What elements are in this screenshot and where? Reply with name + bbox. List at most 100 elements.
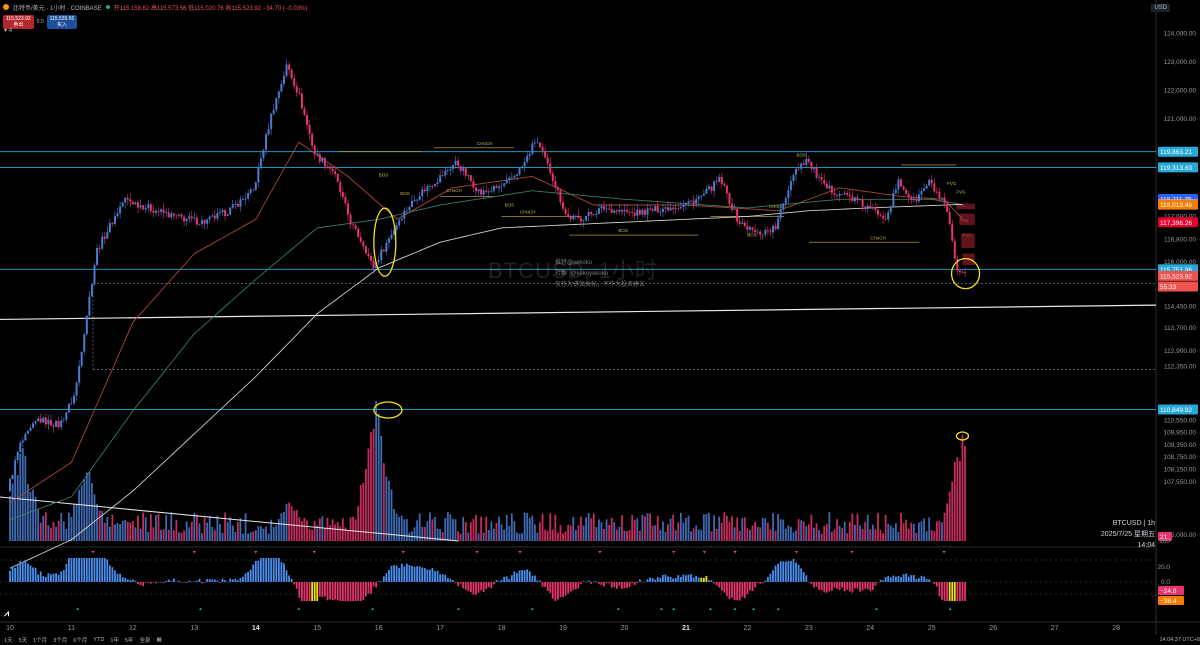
oscillator-bar [429, 569, 431, 582]
volume-bar [851, 513, 854, 541]
volume-bar [644, 516, 646, 541]
oscillator-bar [236, 580, 239, 582]
oscillator-bar [172, 578, 175, 582]
candle-body [679, 207, 682, 209]
volume-bar [766, 522, 769, 541]
trading-chart[interactable]: CHoCHBOSCHoCHBOSBOSCHoCHBOSBOSCHoCHBOSCH… [0, 0, 1200, 645]
oscillator-bar [823, 582, 826, 593]
bitcoin-logo-icon [3, 4, 9, 10]
volume-bar [951, 481, 954, 541]
buy-signal-icon [948, 607, 952, 610]
buy-button[interactable]: 115,539.65 买入 [46, 15, 78, 29]
candle-body [259, 158, 262, 167]
range-ytd[interactable]: YTD [93, 637, 104, 643]
oscillator-bar [754, 582, 756, 588]
volume-bar [395, 513, 398, 541]
oscillator-bar [413, 566, 416, 582]
candle-body [523, 162, 526, 167]
oscillator-bar [398, 568, 401, 582]
candle-body [405, 210, 408, 212]
candle-body [298, 92, 301, 94]
candle-body [78, 365, 81, 383]
candle-body [62, 419, 65, 421]
candle-body [39, 418, 42, 423]
oscillator-bar [480, 582, 483, 591]
sell-signal-icon [475, 551, 479, 554]
candle-body [300, 93, 303, 109]
candle-body [485, 190, 488, 192]
range-3m[interactable]: 3个月 [53, 636, 67, 644]
range-all[interactable]: 全部 [139, 636, 150, 644]
currency-selector[interactable]: USD [1151, 4, 1170, 12]
volume-bar [52, 521, 55, 541]
candle-body [769, 230, 772, 233]
volume-bar [329, 525, 331, 541]
candle-body [935, 191, 938, 193]
volume-bar [454, 519, 457, 541]
oscillator-bar [948, 582, 951, 601]
utc-clock[interactable]: 14:04:37 UTC+8 [1159, 637, 1200, 643]
oscillator-bar [597, 582, 600, 584]
oscillator-bar [498, 581, 500, 582]
range-1y[interactable]: 1年 [110, 636, 119, 644]
volume-bar [311, 529, 314, 541]
range-6m[interactable]: 6个月 [73, 636, 87, 644]
candle-body [943, 197, 946, 204]
range-5d[interactable]: 5天 [19, 636, 28, 644]
volume-bar [416, 520, 419, 541]
oscillator-bar [88, 558, 91, 582]
oscillator-bar [385, 573, 388, 582]
x-axis-tick: 10 [6, 625, 14, 632]
oscillator-bar [805, 575, 808, 582]
oscillator-bar [377, 581, 380, 582]
oscillator-bar [277, 558, 280, 582]
indicators-toggle[interactable]: ▾ 4 [4, 27, 12, 34]
volume-bar [677, 522, 680, 541]
candle-body [940, 197, 943, 199]
volume-bar [697, 529, 700, 541]
price-label-text: 117,396.26 [1160, 220, 1192, 227]
oscillator-bar [208, 579, 211, 582]
volume-bar [536, 532, 539, 541]
candle-body [802, 163, 805, 165]
tradingview-logo-icon[interactable]: ⩘ [4, 608, 9, 619]
candle-body [713, 181, 716, 191]
range-1d[interactable]: 1天 [4, 636, 13, 644]
range-1m[interactable]: 1个月 [33, 636, 47, 644]
symbol-title[interactable]: 比特币/美元 · 1小时 · COINBASE [13, 3, 102, 12]
trend-line [0, 304, 1157, 321]
volume-bar [37, 509, 40, 541]
candle-body [185, 218, 188, 222]
volume-bar [423, 526, 426, 541]
oscillator-bar [807, 581, 810, 583]
candle-body [262, 149, 265, 159]
fvg-zone [959, 213, 975, 226]
candle-body [326, 166, 329, 168]
oscillator-bar [329, 582, 331, 600]
spread-value: 0.0 [36, 19, 44, 25]
oscillator-bar [249, 569, 252, 582]
oscillator-bar [129, 580, 132, 582]
oscillator-bar [395, 565, 398, 582]
candle-body [239, 199, 242, 207]
volume-bar [920, 521, 923, 541]
volume-bar [487, 529, 490, 541]
oscillator-bar [44, 577, 47, 582]
oscillator-bar [713, 582, 716, 584]
oscillator-bar [242, 576, 244, 582]
oscillator-bar [731, 582, 733, 598]
volume-bar [285, 503, 288, 541]
oscillator-bar [487, 582, 490, 588]
candle-body [293, 78, 296, 87]
volume-bar [956, 457, 959, 541]
candle-body [26, 430, 29, 434]
volume-bar [587, 513, 590, 541]
calendar-icon[interactable]: ▦ [156, 637, 161, 643]
candle-body [364, 246, 367, 254]
structure-label: BOS [505, 202, 515, 207]
structure-label: BOS [797, 152, 807, 157]
candle-body [334, 171, 337, 175]
candle-body [731, 203, 734, 210]
range-5y[interactable]: 5年 [125, 636, 134, 644]
candle-body [677, 208, 680, 210]
